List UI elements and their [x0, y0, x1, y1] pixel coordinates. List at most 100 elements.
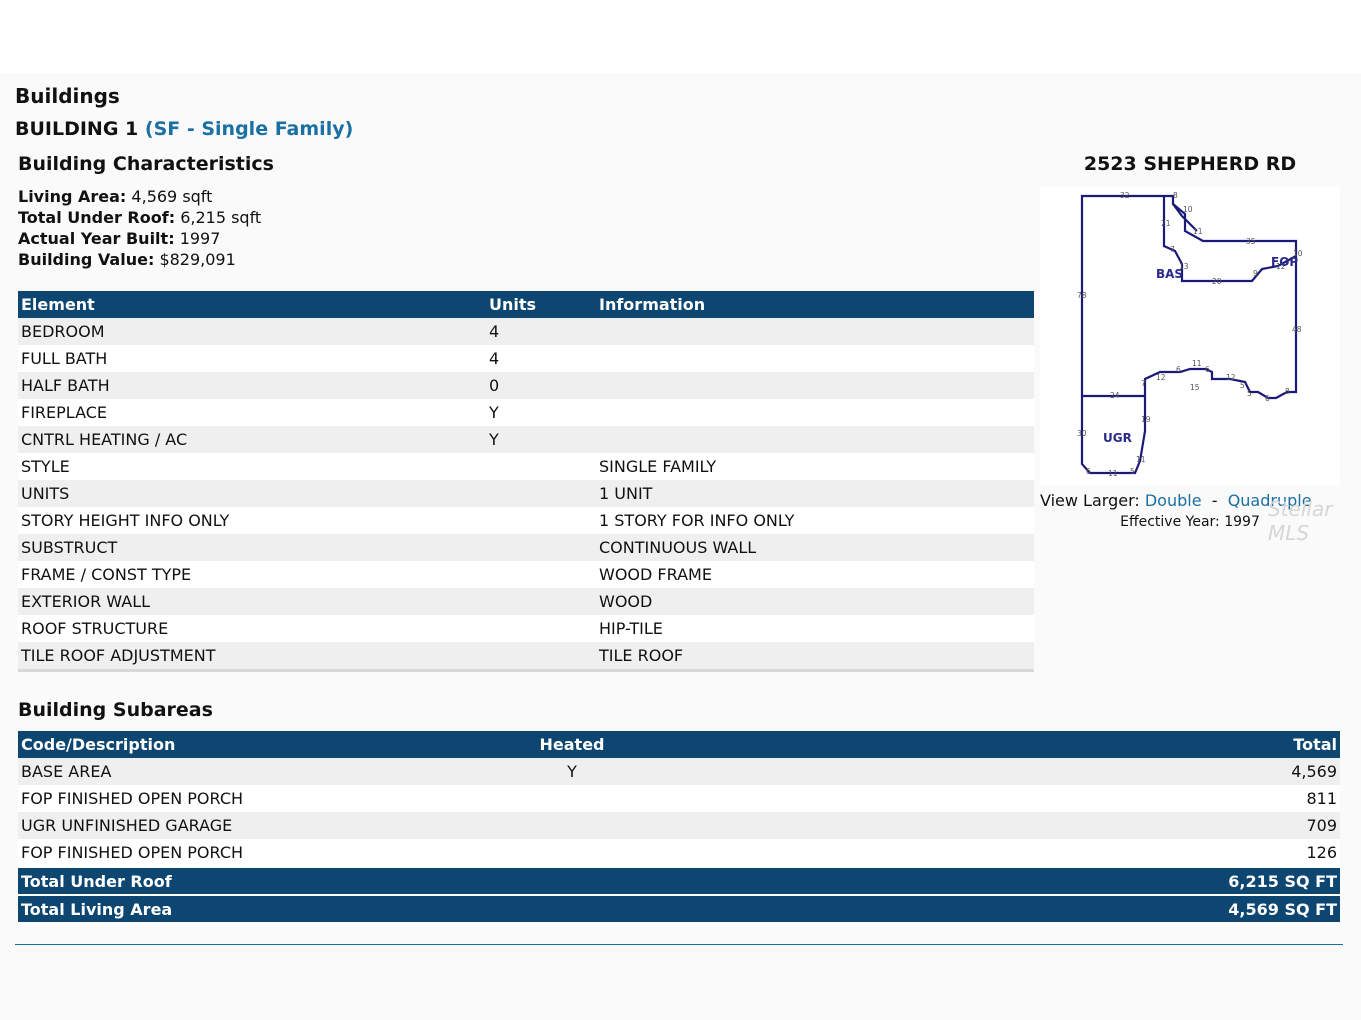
sketch-label-ugr: UGR: [1103, 431, 1132, 445]
information-cell: WOOD FRAME: [596, 561, 1034, 588]
sketch-dimension-label: 30: [1077, 429, 1087, 438]
living-area-value: 4,569 sqft: [131, 187, 213, 206]
under-roof-line: Total Under Roof: 6,215 sqft: [18, 207, 261, 228]
elements-body: BEDROOM 4 FULL BATH 4 HALF BATH 0 FIREPLACE Y CN…: [18, 318, 1034, 672]
information-cell: HIP-TILE: [596, 615, 1034, 642]
sketch-title: 2523 SHEPHERD RD: [1083, 153, 1297, 175]
units-cell: [486, 615, 596, 642]
sketch-dimension-label: 48: [1292, 325, 1302, 334]
subareas-title: Building Subareas: [18, 699, 213, 721]
information-cell: [596, 345, 1034, 372]
building-sketch[interactable]: 32 8 10 21 11 35 10 12 7 13 20 9 78 48 12 6 11 6 12 7 15 5 5 6 8…: [1040, 186, 1340, 486]
units-cell: Y: [486, 426, 596, 453]
element-cell: STYLE: [18, 453, 486, 480]
code-description-cell: FOP FINISHED OPEN PORCH: [18, 785, 514, 812]
element-cell: ROOF STRUCTURE: [18, 615, 486, 642]
under-roof-value: 6,215 sqft: [180, 208, 262, 227]
information-cell: 1 STORY FOR INFO ONLY: [596, 507, 1034, 534]
table-row: STORY HEIGHT INFO ONLY 1 STORY FOR INFO O…: [18, 507, 1034, 534]
sketch-dimension-label: 11: [1193, 227, 1203, 236]
sketch-dimension-label: 8: [1285, 387, 1290, 396]
sketch-dimension-label: 11: [1136, 455, 1146, 464]
stellar-mls-watermark: Stellar MLS: [1268, 497, 1333, 545]
element-cell: UNITS: [18, 480, 486, 507]
year-built-value: 1997: [179, 229, 221, 248]
table-row: EXTERIOR WALL WOOD: [18, 588, 1034, 615]
sketch-dimension-label: 35: [1246, 237, 1256, 246]
total-under-roof-label: Total Under Roof: [18, 866, 630, 895]
building-heading: BUILDING 1 (SF - Single Family): [15, 118, 353, 140]
subareas-table: Code/Description Heated Total BASE AREA Y…: [18, 731, 1340, 922]
element-cell: EXTERIOR WALL: [18, 588, 486, 615]
units-cell: Y: [486, 399, 596, 426]
effective-year-value: 1997: [1224, 514, 1260, 530]
table-row: ROOF STRUCTURE HIP-TILE: [18, 615, 1034, 642]
sketch-dimension-label: 5: [1240, 381, 1245, 390]
table-row: FULL BATH 4: [18, 345, 1034, 372]
information-column-header: Information: [596, 291, 1034, 318]
table-row: HALF BATH 0: [18, 372, 1034, 399]
year-built-label: Actual Year Built:: [18, 229, 175, 248]
total-cell: 709: [630, 812, 1340, 839]
information-cell: WOOD: [596, 588, 1034, 615]
information-cell: [596, 372, 1034, 399]
sketch-dimension-label: 21: [1161, 219, 1171, 228]
sketch-dimension-label: 10: [1183, 205, 1193, 214]
information-cell: [596, 426, 1034, 453]
element-cell: BEDROOM: [18, 318, 486, 345]
table-row: BASE AREA Y 4,569: [18, 758, 1340, 785]
units-cell: [486, 507, 596, 534]
units-cell: 0: [486, 372, 596, 399]
sketch-dimension-label: 5: [1247, 389, 1252, 398]
table-row: FOP FINISHED OPEN PORCH 811: [18, 785, 1340, 812]
code-description-header: Code/Description: [18, 731, 514, 758]
element-cell: FIREPLACE: [18, 399, 486, 426]
total-cell: 4,569: [630, 758, 1340, 785]
information-cell: [596, 318, 1034, 345]
section-title-buildings: Buildings: [15, 84, 120, 108]
sketch-dimension-label: 12: [1156, 373, 1166, 382]
building-value-label: Building Value:: [18, 250, 155, 269]
living-area-label: Living Area:: [18, 187, 127, 206]
sketch-dimension-label: 6: [1205, 365, 1210, 374]
heated-cell: Y: [514, 758, 630, 785]
table-row: FRAME / CONST TYPE WOOD FRAME: [18, 561, 1034, 588]
subareas-body: BASE AREA Y 4,569 FOP FINISHED OPEN PORCH 81…: [18, 758, 1340, 867]
view-separator: -: [1211, 491, 1218, 510]
view-larger-label: View Larger:: [1040, 491, 1140, 510]
table-row: CNTRL HEATING / AC Y: [18, 426, 1034, 453]
units-column-header: Units: [486, 291, 596, 318]
heated-cell: [514, 812, 630, 839]
element-column-header: Element: [18, 291, 486, 318]
total-under-roof-value: 6,215 SQ FT: [630, 866, 1340, 895]
element-cell: CNTRL HEATING / AC: [18, 426, 486, 453]
units-cell: [486, 480, 596, 507]
information-cell: TILE ROOF: [596, 642, 1034, 672]
elements-header-row: Element Units Information: [18, 291, 1034, 318]
sketch-dimension-label: 6: [1086, 467, 1091, 476]
units-cell: 4: [486, 345, 596, 372]
sketch-dimension-label: 7: [1141, 379, 1146, 388]
year-built-line: Actual Year Built: 1997: [18, 228, 261, 249]
information-cell: CONTINUOUS WALL: [596, 534, 1034, 561]
units-cell: [486, 534, 596, 561]
units-cell: [486, 588, 596, 615]
code-description-cell: BASE AREA: [18, 758, 514, 785]
table-row: SUBSTRUCT CONTINUOUS WALL: [18, 534, 1034, 561]
sketch-dimension-label: 6: [1265, 394, 1270, 403]
information-cell: 1 UNIT: [596, 480, 1034, 507]
view-double-link[interactable]: Double: [1145, 491, 1202, 510]
element-cell: TILE ROOF ADJUSTMENT: [18, 642, 486, 672]
sketch-dimension-label: 78: [1077, 291, 1087, 300]
sketch-dimension-label: 9: [1253, 269, 1258, 278]
total-living-area-value: 4,569 SQ FT: [630, 894, 1340, 922]
sketch-dimension-label: 6: [1176, 365, 1181, 374]
elements-table: Element Units Information BEDROOM 4 FULL B…: [18, 291, 1034, 672]
sketch-dimension-label: 32: [1120, 191, 1130, 200]
units-cell: 4: [486, 318, 596, 345]
sketch-dimension-label: 11: [1192, 359, 1202, 368]
information-cell: [596, 399, 1034, 426]
table-row: TILE ROOF ADJUSTMENT TILE ROOF: [18, 642, 1034, 672]
sketch-label-fop: FOP: [1271, 255, 1298, 269]
table-row: STYLE SINGLE FAMILY: [18, 453, 1034, 480]
